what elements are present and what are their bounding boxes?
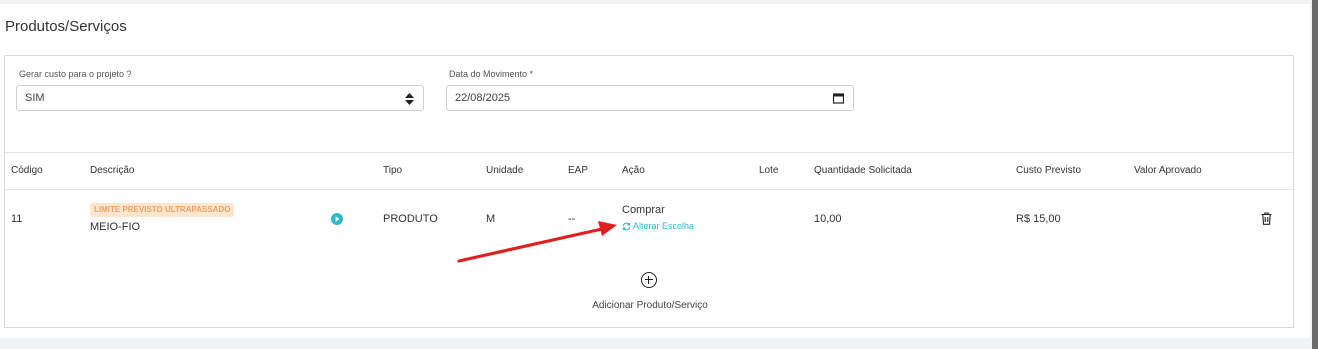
window-edge (1312, 0, 1318, 349)
annotation-arrow (457, 221, 617, 263)
